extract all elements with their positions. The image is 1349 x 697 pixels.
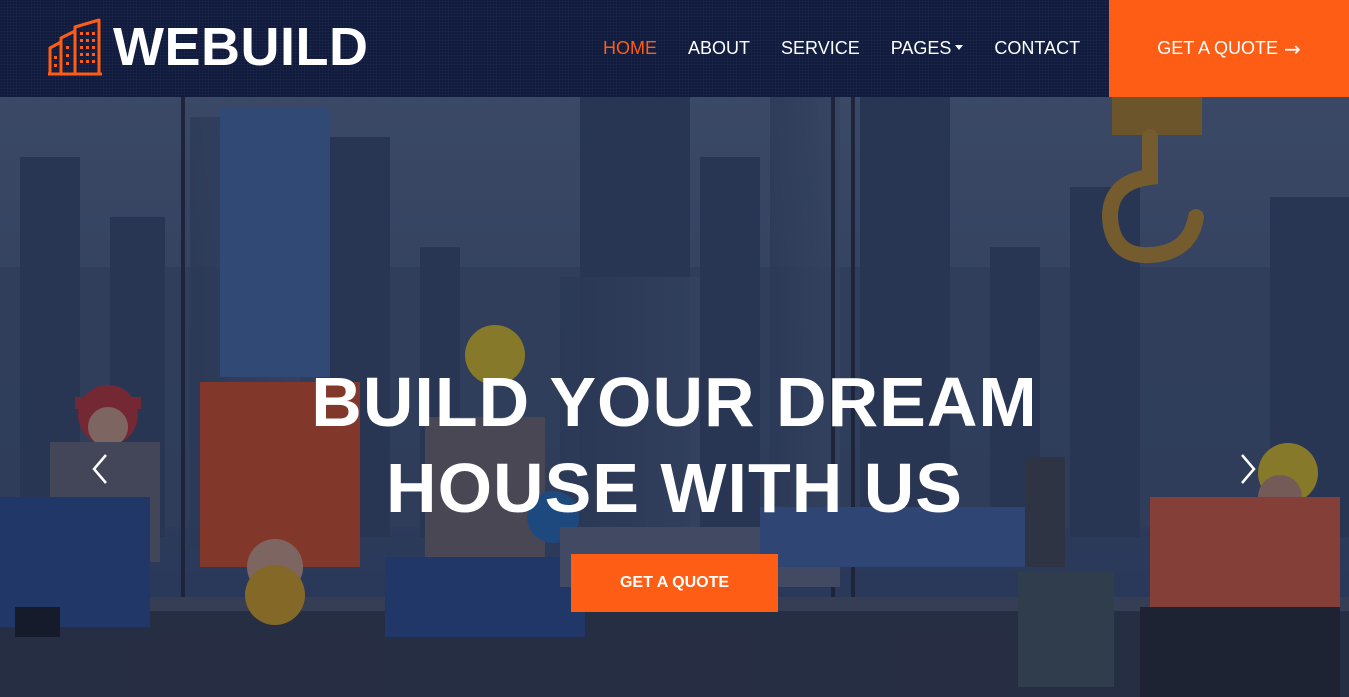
brand-logo[interactable]: WEBUILD bbox=[47, 18, 368, 76]
get-a-quote-nav-button[interactable]: GET A QUOTE → bbox=[1109, 0, 1349, 97]
get-a-quote-hero-button[interactable]: GET A QUOTE bbox=[571, 554, 778, 612]
hero-title: BUILD YOUR DREAM HOUSE WITH US bbox=[0, 359, 1349, 531]
arrow-right-icon: → bbox=[1283, 36, 1301, 61]
nav-about[interactable]: ABOUT bbox=[688, 36, 750, 60]
carousel-prev-button[interactable] bbox=[86, 449, 116, 489]
brand-name: WEBUILD bbox=[113, 17, 369, 77]
chevron-right-icon bbox=[1241, 454, 1256, 484]
hero-title-line-2: HOUSE WITH US bbox=[386, 449, 963, 527]
get-a-quote-nav-label: GET A QUOTE bbox=[1157, 38, 1278, 58]
caret-down-icon bbox=[955, 44, 964, 50]
hero-carousel: BUILD YOUR DREAM HOUSE WITH US GET A QUO… bbox=[0, 97, 1349, 697]
nav-home[interactable]: HOME bbox=[603, 36, 657, 60]
main-nav: HOME ABOUT SERVICE PAGES CONTACT bbox=[603, 36, 1111, 60]
nav-pages-label: PAGES bbox=[890, 38, 952, 58]
nav-pages-dropdown[interactable]: PAGES bbox=[891, 36, 964, 60]
navbar: WEBUILD HOME ABOUT SERVICE PAGES CONTACT… bbox=[0, 0, 1349, 97]
buildings-icon bbox=[48, 18, 102, 76]
chevron-left-icon bbox=[92, 454, 107, 484]
nav-service[interactable]: SERVICE bbox=[781, 36, 860, 60]
nav-contact[interactable]: CONTACT bbox=[994, 36, 1080, 60]
hero-title-line-1: BUILD YOUR DREAM bbox=[311, 363, 1038, 441]
carousel-next-button[interactable] bbox=[1232, 449, 1262, 489]
